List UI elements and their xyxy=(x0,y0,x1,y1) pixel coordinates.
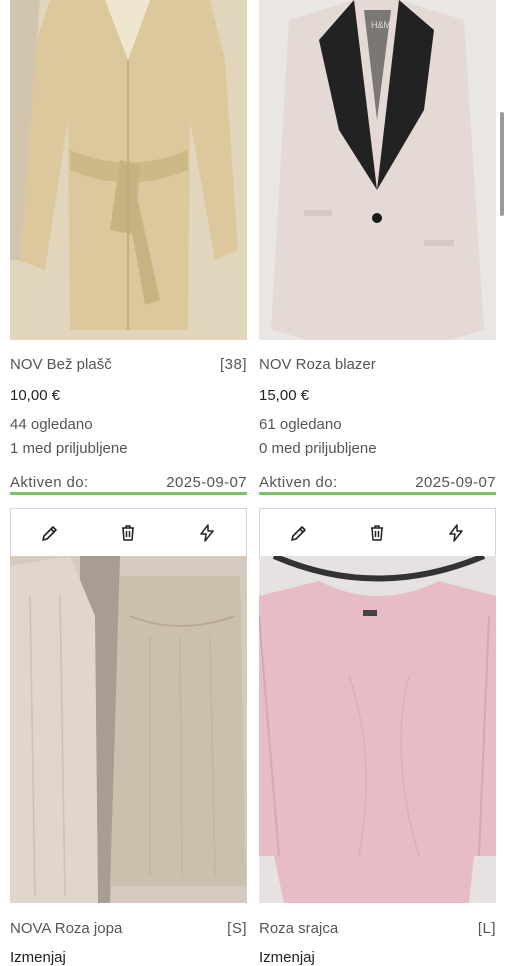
listing-title-row: NOV Roza blazer xyxy=(259,356,496,373)
listing-size: [L] xyxy=(477,920,496,937)
active-until-label: Aktiven do: xyxy=(10,474,89,491)
active-until-label: Aktiven do: xyxy=(259,474,338,491)
listing-actions xyxy=(10,508,247,556)
listing-photo-cardigan[interactable] xyxy=(10,556,247,903)
listing-photo-coat[interactable] xyxy=(10,0,247,340)
listing-title-row: NOVA Roza jopa [S] xyxy=(10,920,247,937)
trash-icon[interactable] xyxy=(108,513,148,553)
active-until-row: Aktiven do: 2025-09-07 xyxy=(259,471,496,495)
active-until-row: Aktiven do: 2025-09-07 xyxy=(10,471,247,495)
scrollbar-thumb[interactable] xyxy=(500,112,504,216)
listing-actions xyxy=(259,508,496,556)
listing-favorites: 0 med priljubljene xyxy=(259,440,377,457)
listing-photo-shirt[interactable] xyxy=(259,556,496,903)
listing-title-row: Roza srajca [L] xyxy=(259,920,496,937)
listing-status: Izmenjaj xyxy=(259,949,315,966)
listing-price: 10,00 € xyxy=(10,387,61,404)
listing-title-row: NOV Bež plašč [38] xyxy=(10,356,247,373)
listing-title[interactable]: NOV Roza blazer xyxy=(259,356,376,373)
active-until-date: 2025-09-07 xyxy=(415,474,496,491)
listing-title[interactable]: Roza srajca xyxy=(259,920,338,937)
listing-size: [S] xyxy=(227,920,247,937)
listing-views: 61 ogledano xyxy=(259,416,342,433)
listing-price: 15,00 € xyxy=(259,387,310,404)
brand-label: H&M xyxy=(371,20,391,30)
lightning-icon[interactable] xyxy=(187,513,227,553)
pencil-icon[interactable] xyxy=(279,513,319,553)
listing-views: 44 ogledano xyxy=(10,416,93,433)
listing-title[interactable]: NOV Bež plašč xyxy=(10,356,112,373)
lightning-icon[interactable] xyxy=(436,513,476,553)
listing-status: Izmenjaj xyxy=(10,949,66,966)
listing-title[interactable]: NOVA Roza jopa xyxy=(10,920,122,937)
pencil-icon[interactable] xyxy=(30,513,70,553)
listing-photo-blazer[interactable]: H&M xyxy=(259,0,496,340)
trash-icon[interactable] xyxy=(357,513,397,553)
listing-favorites: 1 med priljubljene xyxy=(10,440,128,457)
active-until-date: 2025-09-07 xyxy=(166,474,247,491)
listing-size: [38] xyxy=(219,356,247,373)
